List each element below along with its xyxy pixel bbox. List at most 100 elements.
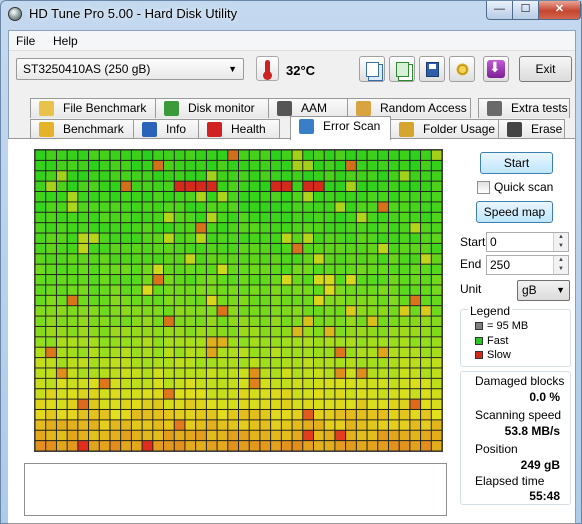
- scan-block: [78, 378, 89, 389]
- scan-block: [35, 181, 46, 192]
- scan-block: [335, 420, 346, 430]
- spin-up-down-icon[interactable]: ▲ ▼: [553, 233, 568, 251]
- scan-block: [174, 441, 185, 451]
- scan-block: [185, 347, 196, 358]
- scan-block: [367, 285, 378, 295]
- scan-block: [89, 212, 99, 223]
- scan-block: [206, 316, 217, 326]
- scan-block: [303, 295, 313, 306]
- end-field[interactable]: 250 ▲ ▼: [486, 255, 569, 275]
- tab-disk-monitor[interactable]: Disk monitor: [155, 98, 269, 118]
- spin-up-down-icon[interactable]: ▲ ▼: [553, 256, 568, 274]
- trash-icon: [507, 122, 522, 137]
- menu-file[interactable]: File: [16, 34, 35, 48]
- scan-block: [217, 347, 228, 358]
- scan-block: [410, 212, 421, 223]
- scan-block: [271, 233, 281, 243]
- tab-benchmark[interactable]: Benchmark: [30, 119, 134, 139]
- start-scan-button[interactable]: Start: [480, 152, 553, 174]
- quick-scan-checkbox[interactable]: [477, 181, 490, 194]
- scan-block: [271, 160, 281, 171]
- scan-block: [174, 337, 185, 347]
- copy-all-button[interactable]: [389, 56, 415, 82]
- scan-block: [196, 264, 206, 275]
- scan-block: [56, 212, 67, 223]
- scan-block: [35, 306, 46, 316]
- scan-block: [260, 264, 271, 275]
- scan-block: [399, 337, 410, 347]
- tab-extra-tests[interactable]: Extra tests: [478, 98, 570, 118]
- drive-select[interactable]: ST3250410AS (250 gB) ▼: [16, 58, 244, 80]
- scan-log-box[interactable]: [24, 463, 447, 516]
- slow-block: [196, 181, 206, 192]
- scan-block: [281, 326, 292, 337]
- tab-file-benchmark[interactable]: File Benchmark: [30, 98, 156, 118]
- scan-block: [206, 264, 217, 275]
- title-bar[interactable]: HD Tune Pro 5.00 - Hard Disk Utility — ☐…: [1, 1, 581, 27]
- unit-select[interactable]: gB ▼: [517, 280, 570, 301]
- start-field[interactable]: 0 ▲ ▼: [486, 232, 569, 252]
- tab-error-scan[interactable]: Error Scan: [290, 116, 391, 140]
- scan-block: [121, 171, 131, 181]
- elapsed-time-label: Elapsed time: [475, 474, 545, 488]
- scan-block: [260, 316, 271, 326]
- menu-help[interactable]: Help: [53, 34, 78, 48]
- scan-block: [410, 264, 421, 275]
- scan-block: [99, 358, 110, 368]
- scan-block: [292, 399, 303, 409]
- close-button[interactable]: ✕: [538, 1, 581, 20]
- slow-block: [271, 181, 281, 192]
- tab-erase[interactable]: Erase: [498, 119, 565, 139]
- tab-aam[interactable]: AAM: [268, 98, 348, 118]
- scan-block: [153, 181, 164, 192]
- exit-button[interactable]: Exit: [519, 56, 572, 82]
- scan-block: [239, 337, 249, 347]
- scan-block: [153, 243, 164, 254]
- scan-block: [174, 243, 185, 254]
- scan-block: [431, 295, 442, 306]
- scan-block: [239, 399, 249, 409]
- tab-random-access[interactable]: Random Access: [347, 98, 471, 118]
- scan-block: [431, 420, 442, 430]
- tab-info[interactable]: Info: [133, 119, 199, 139]
- maximize-button[interactable]: ☐: [512, 1, 539, 20]
- scan-block: [281, 264, 292, 275]
- scan-block: [356, 285, 367, 295]
- tab-folder-usage[interactable]: Folder Usage: [390, 119, 499, 139]
- download-button[interactable]: [483, 56, 509, 82]
- scan-block: [346, 192, 356, 202]
- scan-block: [89, 326, 99, 337]
- scan-block: [271, 275, 281, 285]
- scan-block: [142, 150, 153, 160]
- scan-block: [185, 441, 196, 451]
- scan-block: [46, 378, 56, 389]
- scan-block: [388, 347, 399, 358]
- save-screenshot-button[interactable]: [419, 56, 445, 82]
- scan-block: [292, 181, 303, 192]
- scan-block: [346, 358, 356, 368]
- scan-block: [206, 212, 217, 223]
- minimize-button[interactable]: —: [486, 1, 513, 20]
- scan-block: [324, 337, 335, 347]
- legend-swatch: [475, 322, 483, 330]
- scan-block: [185, 420, 196, 430]
- scan-block: [388, 430, 399, 441]
- scan-block: [99, 295, 110, 306]
- scan-block: [292, 389, 303, 399]
- options-button[interactable]: [449, 56, 475, 82]
- damaged-blocks-label: Damaged blocks: [475, 374, 565, 388]
- scan-block: [174, 368, 185, 378]
- scan-block: [378, 430, 388, 441]
- scan-block: [131, 171, 142, 181]
- scan-block: [410, 409, 421, 420]
- copy-text-button[interactable]: [359, 56, 385, 82]
- download-arrow-icon: [487, 59, 505, 78]
- scan-block: [367, 212, 378, 223]
- legend-swatch: [475, 351, 483, 359]
- scan-block: [239, 306, 249, 316]
- scan-block: [142, 306, 153, 316]
- speed-map-button[interactable]: Speed map: [476, 201, 553, 223]
- tab-health[interactable]: Health: [198, 119, 280, 139]
- scan-block: [399, 358, 410, 368]
- scan-block: [185, 326, 196, 337]
